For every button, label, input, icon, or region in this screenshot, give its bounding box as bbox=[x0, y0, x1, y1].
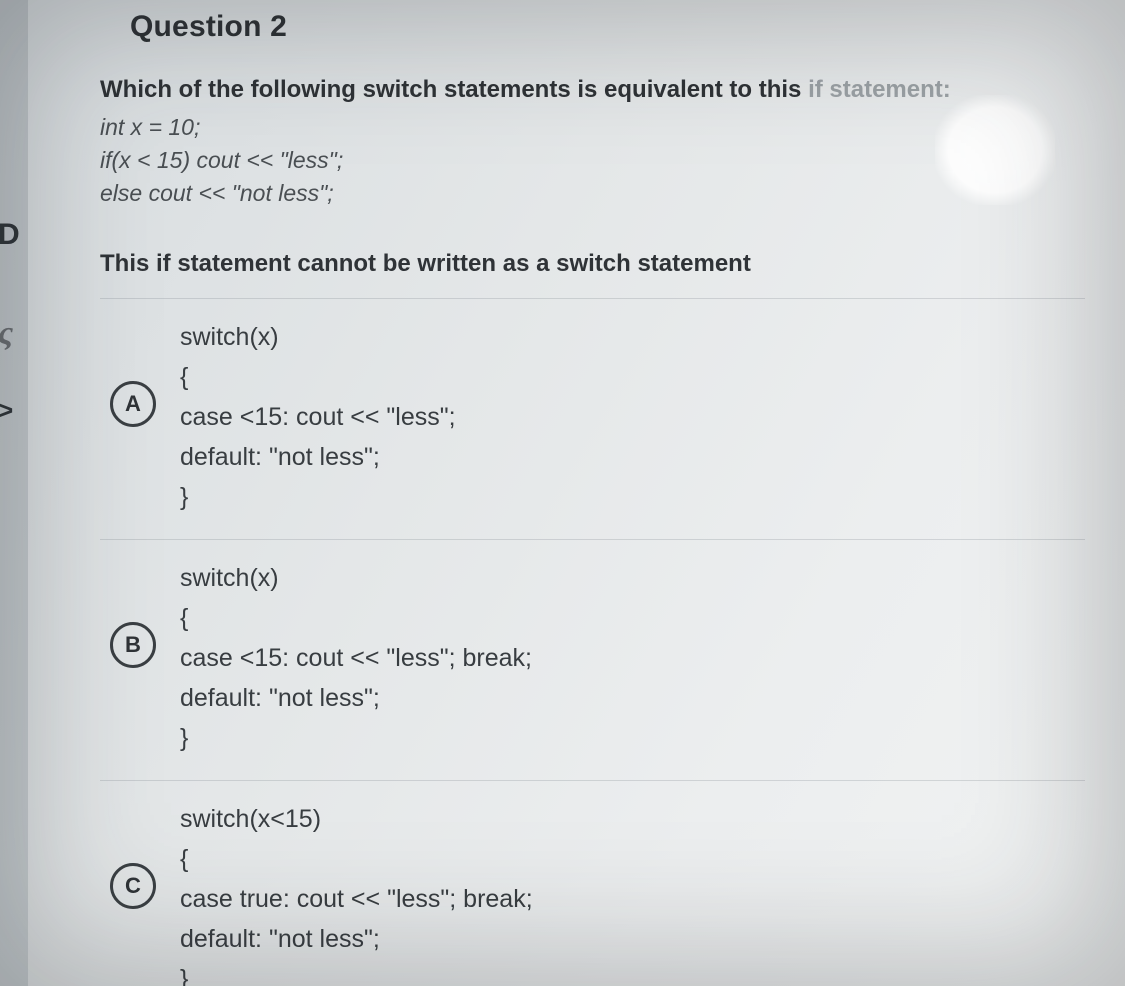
question-statement: This if statement cannot be written as a… bbox=[100, 250, 1085, 278]
prompt-main-text: Which of the following switch statements… bbox=[100, 76, 808, 103]
option-body-b: switch(x) { case <15: cout << "less"; br… bbox=[180, 558, 1085, 758]
left-rail: D ς > bbox=[0, 0, 28, 986]
code-line-1: int x = 10; bbox=[100, 112, 1085, 143]
option-c[interactable]: C switch(x<15) { case true: cout << "les… bbox=[100, 780, 1085, 986]
question-content: Question 2 Which of the following switch… bbox=[100, 10, 1085, 986]
option-body-a: switch(x) { case <15: cout << "less"; de… bbox=[180, 317, 1085, 517]
option-a[interactable]: A switch(x) { case <15: cout << "less"; … bbox=[100, 298, 1085, 539]
option-body-c: switch(x<15) { case true: cout << "less"… bbox=[180, 799, 1085, 986]
option-letter-c: C bbox=[110, 863, 156, 909]
option-letter-a: A bbox=[110, 381, 156, 427]
rail-mark-gt: > bbox=[0, 395, 13, 426]
answer-options: A switch(x) { case <15: cout << "less"; … bbox=[100, 298, 1085, 986]
prompt-if-statement: if statement: bbox=[808, 76, 951, 103]
rail-mark-d: D bbox=[0, 218, 20, 252]
code-line-2: if(x < 15) cout << "less"; bbox=[100, 145, 1085, 176]
question-prompt: Which of the following switch statements… bbox=[100, 74, 1085, 106]
code-line-3: else cout << "not less"; bbox=[100, 178, 1085, 209]
option-b[interactable]: B switch(x) { case <15: cout << "less"; … bbox=[100, 539, 1085, 780]
question-title: Question 2 bbox=[130, 10, 1085, 44]
option-letter-b: B bbox=[110, 622, 156, 668]
quiz-page: D ς > Question 2 Which of the following … bbox=[0, 0, 1125, 986]
rail-mark-s: ς bbox=[0, 315, 13, 353]
